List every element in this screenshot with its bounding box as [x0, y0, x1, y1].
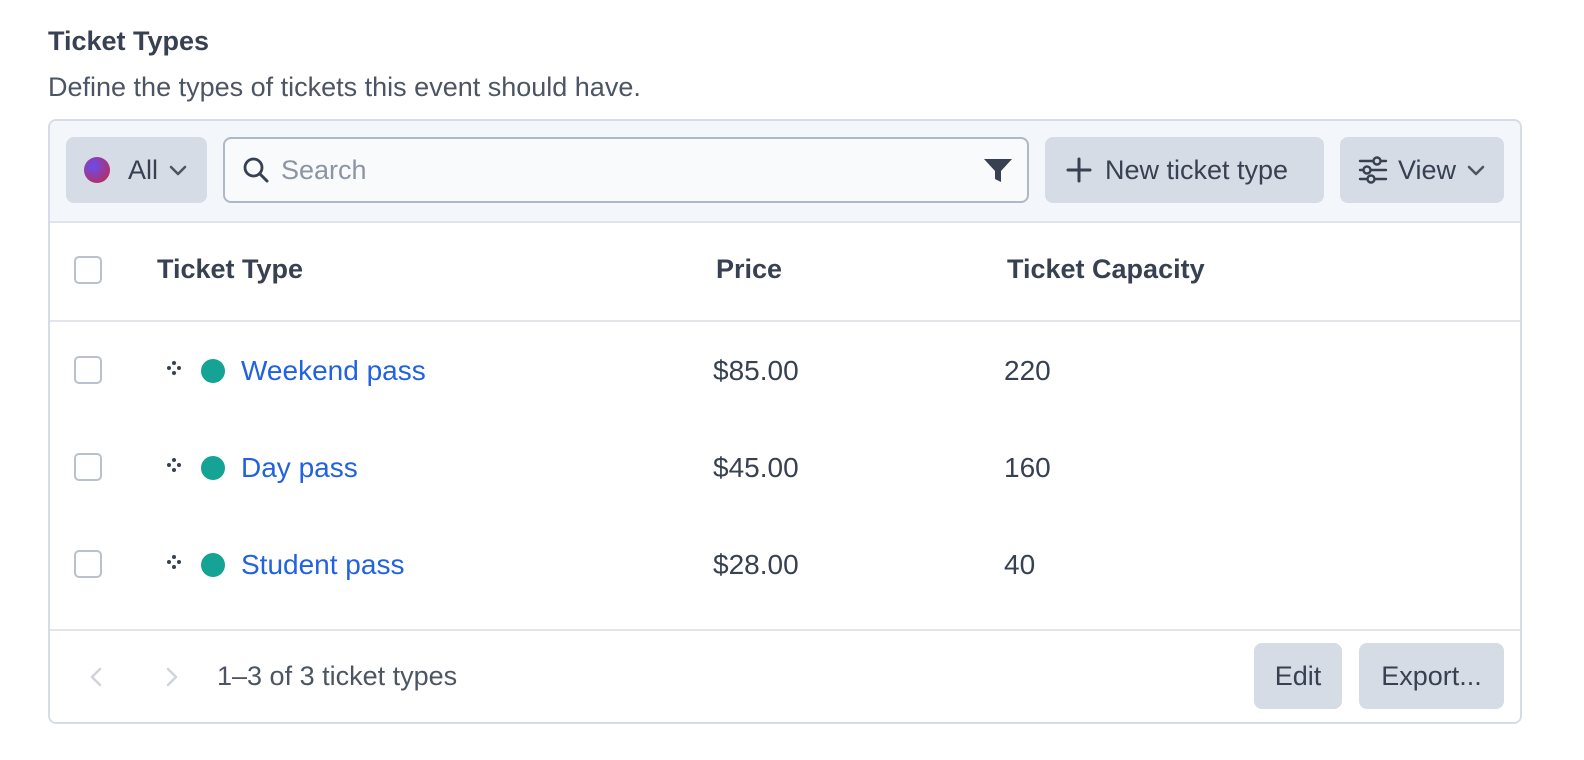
capacity-cell: 220 [1004, 355, 1051, 386]
select-all-checkbox[interactable] [74, 256, 102, 284]
row-checkbox[interactable] [74, 453, 102, 481]
table-row: Student pass $28.00 40 [50, 516, 1520, 613]
drag-handle-icon[interactable] [166, 457, 182, 473]
table-header: Ticket Type Price Ticket Capacity [50, 222, 1520, 322]
search-input[interactable] [279, 153, 973, 187]
table-row: Weekend pass $85.00 220 [50, 322, 1520, 419]
price-cell: $28.00 [713, 549, 799, 580]
chevron-left-icon[interactable] [86, 665, 106, 689]
search-icon [241, 155, 271, 185]
chevron-down-icon [1464, 158, 1488, 182]
plus-icon [1065, 156, 1093, 184]
table-footer: 1–3 of 3 ticket types Edit Export... [50, 629, 1520, 722]
export-label: Export... [1381, 660, 1482, 691]
section-description: Define the types of tickets this event s… [48, 72, 641, 102]
table-row: Day pass $45.00 160 [50, 419, 1520, 516]
view-button[interactable]: View [1340, 137, 1504, 203]
drag-handle-icon[interactable] [166, 360, 182, 376]
view-label: View [1398, 154, 1457, 185]
edit-button[interactable]: Edit [1254, 643, 1342, 709]
ticket-types-panel: All New ticket type [48, 119, 1522, 724]
column-header-ticket-capacity[interactable]: Ticket Capacity [1007, 254, 1205, 285]
status-dot [201, 553, 225, 577]
column-header-ticket-type[interactable]: Ticket Type [157, 254, 303, 285]
column-header-price[interactable]: Price [716, 254, 782, 285]
filter-all-label: All [128, 154, 159, 185]
row-checkbox[interactable] [74, 356, 102, 384]
drag-handle-icon[interactable] [166, 554, 182, 570]
toolbar: All New ticket type [50, 121, 1520, 223]
new-ticket-type-label: New ticket type [1105, 154, 1289, 185]
status-dot [201, 456, 225, 480]
funnel-icon[interactable] [983, 157, 1013, 185]
filter-all-button[interactable]: All [66, 137, 207, 203]
pagination-count: 1–3 of 3 ticket types [217, 661, 458, 691]
capacity-cell: 160 [1004, 452, 1051, 483]
color-filter-icon [84, 157, 110, 183]
chevron-down-icon [166, 158, 190, 182]
search-box[interactable] [223, 137, 1029, 203]
ticket-type-link[interactable]: Weekend pass [241, 355, 426, 387]
sliders-icon [1358, 156, 1388, 184]
export-button[interactable]: Export... [1359, 643, 1504, 709]
capacity-cell: 40 [1004, 549, 1036, 580]
section-title: Ticket Types [48, 26, 210, 56]
edit-label: Edit [1274, 660, 1322, 691]
status-dot [201, 359, 225, 383]
price-cell: $85.00 [713, 355, 799, 386]
new-ticket-type-button[interactable]: New ticket type [1045, 137, 1324, 203]
row-checkbox[interactable] [74, 550, 102, 578]
ticket-type-link[interactable]: Student pass [241, 549, 404, 581]
price-cell: $45.00 [713, 452, 799, 483]
chevron-right-icon[interactable] [162, 665, 182, 689]
ticket-type-link[interactable]: Day pass [241, 452, 358, 484]
